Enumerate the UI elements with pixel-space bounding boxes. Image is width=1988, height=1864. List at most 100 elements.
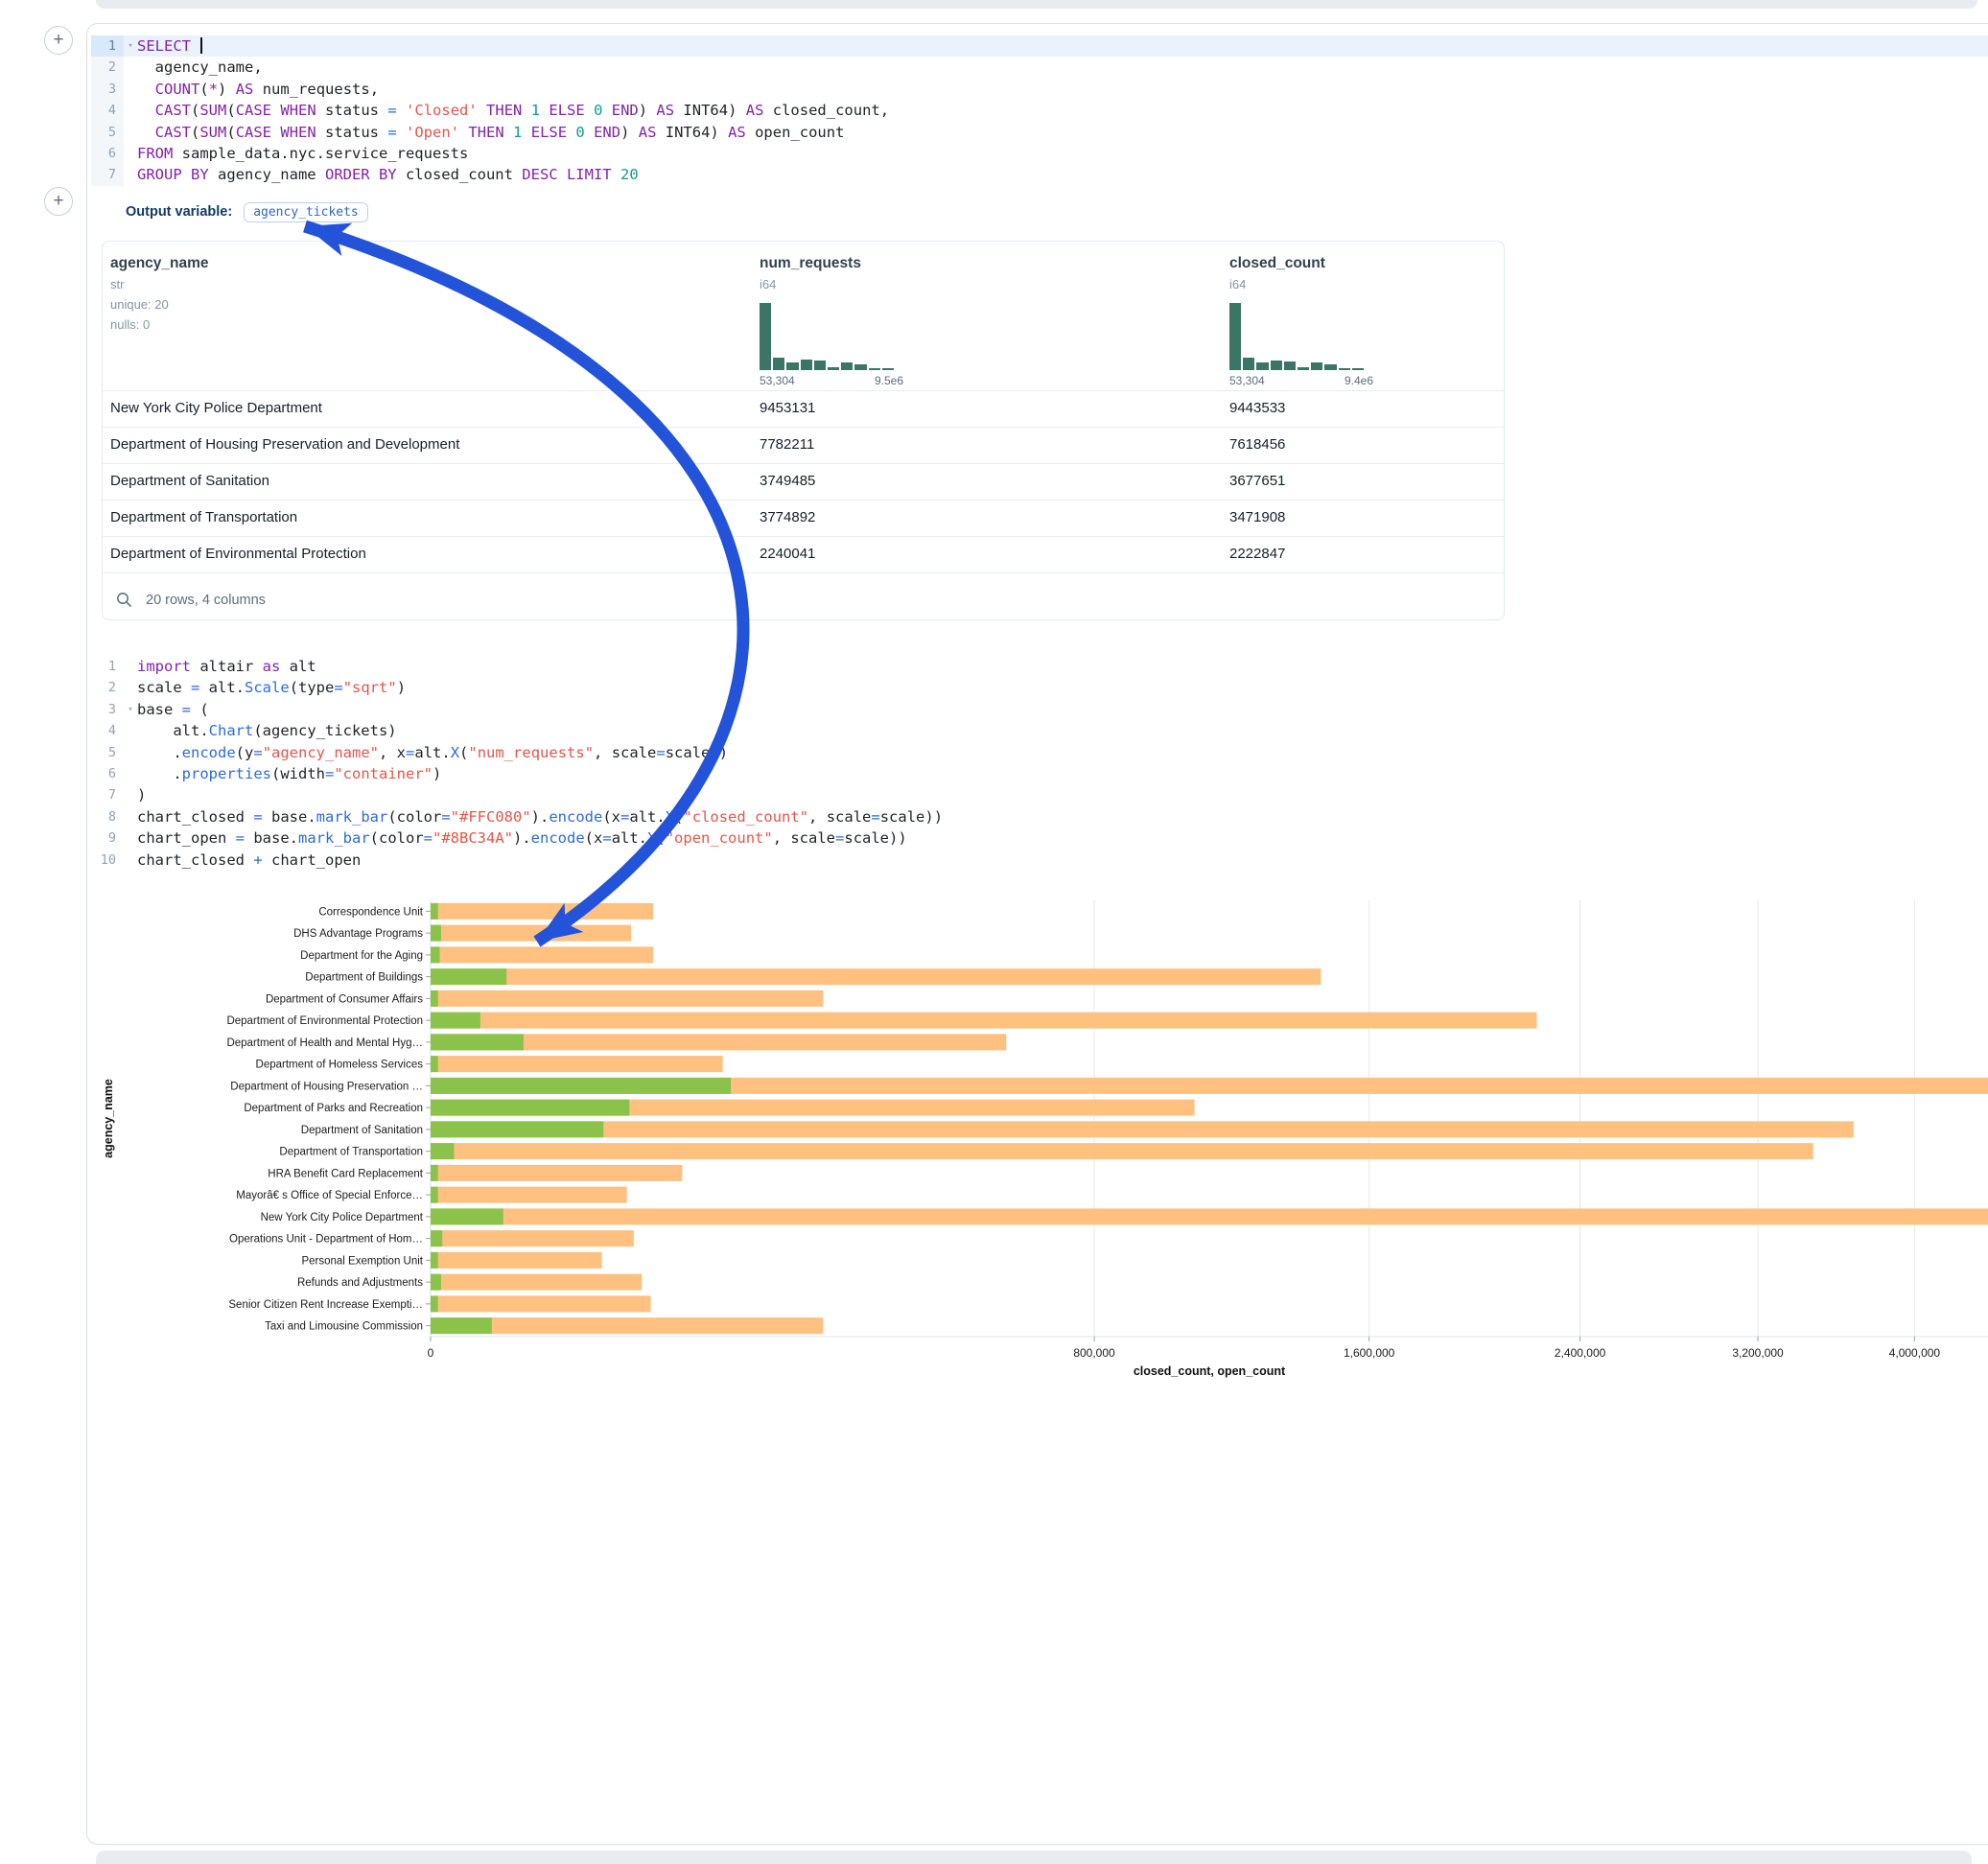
column-type: str <box>110 277 209 291</box>
code-line[interactable]: 9chart_open = base.mark_bar(color="#8BC3… <box>91 827 1988 849</box>
fold-gutter <box>124 164 137 185</box>
y-axis-label: Taxi and Limousine Commission <box>265 1321 423 1333</box>
bar-open-count <box>431 1034 524 1050</box>
bar-open-count <box>431 1056 438 1072</box>
line-number: 9 <box>91 827 124 849</box>
y-axis-label: DHS Advantage Programs <box>293 928 423 940</box>
y-axis-label: Department of Parks and Recreation <box>244 1103 423 1114</box>
line-number: 8 <box>91 806 124 827</box>
table-row[interactable]: Department of Environmental Protection22… <box>103 536 1504 572</box>
y-axis-label: HRA Benefit Card Replacement <box>268 1168 424 1179</box>
column-header[interactable]: num_requests i64 53,3049.5e6 <box>760 255 903 387</box>
histogram-range: 53,3049.4e6 <box>1229 374 1373 387</box>
bar-closed-count <box>431 1208 1988 1224</box>
table-cell: Department of Housing Preservation and D… <box>110 428 459 462</box>
code-line[interactable]: 6 .properties(width="container") <box>91 763 1988 784</box>
fold-gutter <box>124 720 137 741</box>
code-line[interactable]: 10chart_closed + chart_open <box>91 850 1988 871</box>
line-number: 2 <box>91 57 124 78</box>
column-type: i64 <box>760 277 903 291</box>
x-axis-tick-label: 3,200,000 <box>1732 1346 1784 1360</box>
line-number: 3 <box>91 699 124 720</box>
code-text: GROUP BY agency_name ORDER BY closed_cou… <box>137 164 1988 185</box>
column-header[interactable]: closed_counti6453,3049.4e6 <box>1229 255 1373 387</box>
x-axis-tick-label: 0 <box>428 1346 434 1360</box>
fold-gutter <box>124 806 137 827</box>
bar-closed-count <box>431 1274 642 1291</box>
y-axis-title: agency_name <box>102 1079 115 1158</box>
fold-gutter <box>124 763 137 784</box>
x-axis-tick-label: 1,600,000 <box>1344 1346 1395 1360</box>
y-axis-label: Department of Transportation <box>279 1147 423 1158</box>
code-line[interactable]: 2scale = alt.Scale(type="sqrt") <box>91 677 1988 698</box>
output-variable-pill[interactable]: agency_tickets <box>244 202 368 222</box>
bar-open-count <box>431 1013 480 1029</box>
code-text: base = ( <box>137 699 1988 720</box>
add-cell-button-middle[interactable]: + <box>44 187 73 216</box>
bar-open-count <box>431 1274 441 1291</box>
text-cursor <box>200 37 202 54</box>
code-line[interactable]: 3▾base = ( <box>91 699 1988 720</box>
code-line[interactable]: 4 CAST(SUM(CASE WHEN status = 'Closed' T… <box>91 100 1988 121</box>
search-icon[interactable] <box>116 592 132 608</box>
code-text: CAST(SUM(CASE WHEN status = 'Open' THEN … <box>137 122 1988 143</box>
table-cell: 7618456 <box>1229 428 1285 462</box>
table-row[interactable]: Department of Housing Preservation and D… <box>103 427 1504 463</box>
bar-closed-count <box>431 946 653 963</box>
column-name: agency_name <box>110 255 209 272</box>
code-line[interactable]: 7) <box>91 784 1988 805</box>
column-histogram <box>760 303 894 370</box>
code-text: agency_name, <box>137 57 1988 78</box>
fold-caret-icon[interactable]: ▾ <box>124 35 137 57</box>
code-line[interactable]: 5 CAST(SUM(CASE WHEN status = 'Open' THE… <box>91 122 1988 143</box>
table-cell: Department of Transportation <box>110 501 297 535</box>
code-line[interactable]: 4 alt.Chart(agency_tickets) <box>91 720 1988 741</box>
code-text: chart_closed + chart_open <box>137 850 1988 871</box>
line-number: 1 <box>91 656 124 677</box>
fold-gutter <box>124 827 137 849</box>
y-axis-label: Department of Homeless Services <box>256 1060 424 1071</box>
table-cell: Department of Environmental Protection <box>110 537 366 571</box>
bar-open-count <box>431 990 438 1007</box>
y-axis-label: Department of Consumer Affairs <box>266 993 423 1005</box>
column-name: num_requests <box>760 255 903 272</box>
code-line[interactable]: 1▾SELECT <box>91 35 1988 57</box>
python-editor[interactable]: 1import altair as alt2scale = alt.Scale(… <box>91 656 1988 871</box>
table-cell: 3749485 <box>760 464 815 499</box>
bar-open-count <box>431 968 506 985</box>
x-axis-title: closed_count, open_count <box>1134 1364 1286 1378</box>
table-row[interactable]: Department of Transportation377489234719… <box>103 500 1504 536</box>
histogram-range: 53,3049.5e6 <box>760 374 903 387</box>
table-summary: 20 rows, 4 columns <box>146 593 266 608</box>
add-cell-button-top[interactable]: + <box>44 26 73 55</box>
bar-open-count <box>431 1208 503 1224</box>
y-axis-label: Department of Environmental Protection <box>226 1015 423 1027</box>
line-number: 4 <box>91 720 124 741</box>
y-axis-label: Senior Citizen Rent Increase Exempti… <box>228 1299 423 1311</box>
y-axis-label: Department of Housing Preservation … <box>230 1081 423 1092</box>
code-line[interactable]: 6FROM sample_data.nyc.service_requests <box>91 143 1988 164</box>
fold-caret-icon[interactable]: ▾ <box>124 699 137 720</box>
code-text: chart_closed = base.mark_bar(color="#FFC… <box>137 806 1988 827</box>
fold-gutter <box>124 656 137 677</box>
code-line[interactable]: 1import altair as alt <box>91 656 1988 677</box>
code-line[interactable]: 7GROUP BY agency_name ORDER BY closed_co… <box>91 164 1988 185</box>
code-line[interactable]: 8 chart_closed = base.mark_bar(color="#FF… <box>91 806 1988 827</box>
bar-open-count <box>431 1317 492 1334</box>
sql-editor[interactable]: 1▾SELECT 2 agency_name,3 COUNT(*) AS num… <box>91 35 1988 186</box>
column-meta: unique: 20 <box>110 297 209 312</box>
bar-open-count <box>431 1165 438 1181</box>
y-axis-label: Refunds and Adjustments <box>297 1277 423 1289</box>
bar-closed-count <box>431 1252 602 1269</box>
y-axis-label: Department of Buildings <box>305 972 423 984</box>
next-cell-edge <box>96 1851 1972 1864</box>
code-line[interactable]: 2 agency_name, <box>91 57 1988 78</box>
column-header[interactable]: agency_namestrunique: 20nulls: 0 <box>110 255 209 332</box>
table-cell: 3677651 <box>1229 464 1285 499</box>
y-axis-label: Correspondence Unit <box>318 906 423 918</box>
table-row[interactable]: New York City Police Department945313194… <box>103 390 1504 427</box>
code-line[interactable]: 5 .encode(y="agency_name", x=alt.X("num_… <box>91 742 1988 763</box>
table-row[interactable]: Department of Sanitation37494853677651 <box>103 463 1504 500</box>
output-variable-label: Output variable: <box>126 204 232 220</box>
code-line[interactable]: 3 COUNT(*) AS num_requests, <box>91 79 1988 100</box>
